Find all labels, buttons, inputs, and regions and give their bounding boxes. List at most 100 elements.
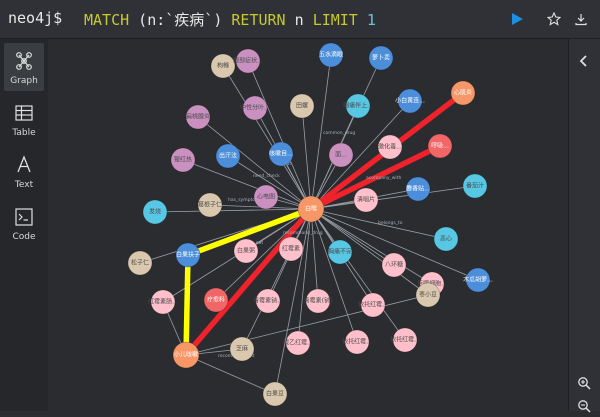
graph-node-n22[interactable]: 发烧 bbox=[142, 199, 168, 225]
graph-node-n27[interactable]: 红霉素 bbox=[278, 236, 304, 262]
graph-node-n29[interactable]: 八环糖 bbox=[381, 252, 407, 278]
graph-node-n41[interactable]: 小儿咳嗽 bbox=[172, 341, 200, 369]
favorite-button[interactable] bbox=[543, 8, 565, 30]
graph-node-n7[interactable]: 田螺 bbox=[289, 93, 315, 119]
zoom-in-button[interactable] bbox=[577, 375, 591, 394]
graph-node-label: 面... bbox=[335, 152, 347, 159]
graph-node-n43[interactable]: 白果豆 bbox=[262, 381, 288, 407]
graph-node-label: 恶心 bbox=[440, 236, 452, 243]
relationship-line[interactable] bbox=[297, 208, 312, 344]
graph-node-label: 红霉素 bbox=[282, 245, 300, 253]
relationship-line[interactable] bbox=[185, 354, 276, 395]
graph-node-n20[interactable]: 清咽片 bbox=[353, 187, 379, 213]
sidebar-item-label: Graph bbox=[10, 76, 38, 86]
sidebar-item-code[interactable]: Code bbox=[4, 199, 44, 247]
graph-node-n38[interactable]: 依托红霉... bbox=[390, 327, 420, 353]
query-variable: n bbox=[285, 11, 313, 29]
graph-node-n4[interactable]: 萝卜卖 bbox=[368, 45, 394, 71]
graph-node-label: 白喉 bbox=[305, 205, 317, 213]
graph-node-label: 白果粥 bbox=[237, 247, 255, 255]
graph-node-n2[interactable]: 眼部症状... bbox=[233, 48, 263, 74]
graph-visualization[interactable]: do_eathas_symptomrecommand_drugneed_chec… bbox=[48, 39, 568, 411]
zoom-out-button[interactable] bbox=[577, 398, 591, 417]
graph-node-n23[interactable]: 白果粥 bbox=[233, 238, 259, 264]
graph-node-n39[interactable]: 琥乙红霉... bbox=[283, 330, 313, 356]
graph-node-label: 萝卜卖 bbox=[372, 54, 390, 62]
graph-node-n26[interactable]: 白果扶子 bbox=[175, 242, 201, 268]
graph-node-n31[interactable]: 木瓜胡萝... bbox=[463, 267, 493, 293]
graph-node-label: 麝香贴... bbox=[406, 185, 430, 193]
graph-node-n16[interactable]: 面... bbox=[328, 142, 354, 168]
view-sidebar: Graph Table Text Code bbox=[0, 39, 48, 411]
graph-node-n24[interactable]: 恶心 bbox=[433, 226, 459, 252]
graph-node-label: 咽痛伴上... bbox=[343, 102, 373, 110]
graph-node-n18[interactable]: 番茄汁 bbox=[462, 173, 488, 199]
code-icon bbox=[15, 208, 33, 226]
graph-node-n14[interactable]: 猩红热 bbox=[170, 147, 196, 173]
graph-node-label: 依托红霉... bbox=[390, 336, 420, 344]
sidebar-item-label: Table bbox=[12, 128, 36, 138]
graph-node-label: 琥乙红霉... bbox=[283, 339, 313, 347]
graph-node-center[interactable]: 白喉 bbox=[297, 195, 325, 223]
download-button[interactable] bbox=[570, 8, 592, 30]
graph-node-label: 小儿咳嗽 bbox=[174, 351, 198, 359]
download-icon bbox=[575, 14, 587, 26]
query-keyword-return: RETURN bbox=[231, 11, 286, 29]
graph-node-n3[interactable]: 五水滴眼 bbox=[318, 42, 344, 68]
relationship-line[interactable] bbox=[154, 208, 312, 213]
graph-node-n35[interactable]: 青霉素钠... bbox=[253, 288, 283, 314]
rellabel-common-drug: common_drug bbox=[323, 130, 355, 136]
graph-node-n32[interactable]: 红霉素肠... bbox=[148, 289, 178, 315]
text-icon bbox=[17, 155, 31, 173]
graph-node-n37[interactable]: 青霉素(钠) bbox=[304, 288, 333, 314]
graph-node-n25[interactable]: 松子仁 bbox=[127, 250, 153, 276]
highlighted-relationship[interactable] bbox=[183, 252, 191, 358]
graph-node-n17[interactable]: 心电图 bbox=[253, 184, 279, 210]
graph-node-n36[interactable]: 依托红霉... bbox=[358, 292, 388, 318]
run-button[interactable] bbox=[506, 8, 528, 30]
graph-node-n9[interactable]: 小白黄连... bbox=[395, 88, 425, 114]
rellabel-need-check: need_check bbox=[253, 173, 280, 179]
graph-node-n5[interactable]: 心肌炎 bbox=[450, 80, 476, 106]
relationship-line[interactable] bbox=[310, 208, 319, 302]
graph-node-n34[interactable]: 疗愈料 bbox=[203, 287, 229, 313]
graph-node-n11[interactable]: 呼吸... bbox=[427, 133, 453, 159]
star-icon bbox=[547, 12, 561, 26]
graph-node-n40[interactable]: 依托红霉... bbox=[342, 329, 372, 355]
graph-node-label: 猩红热 bbox=[174, 156, 192, 164]
graph-node-n33[interactable]: 枣小豆 bbox=[415, 282, 441, 308]
graph-canvas[interactable]: do_eathas_symptomrecommand_drugneed_chec… bbox=[48, 39, 568, 411]
graph-node-n12[interactable]: 出汗法 bbox=[215, 143, 241, 169]
graph-node-n42[interactable]: 芝麻 bbox=[229, 336, 255, 362]
query-input[interactable]: MATCH (n:`疾病`) RETURN n LIMIT 1 bbox=[84, 9, 376, 30]
expand-drawer-button[interactable] bbox=[577, 53, 591, 72]
graph-node-label: 八环糖 bbox=[385, 261, 403, 269]
graph-node-n28[interactable]: 胸痛不完 bbox=[327, 239, 353, 265]
rellabel-belongs-to: belongs_to bbox=[378, 220, 403, 226]
graph-node-n15[interactable]: 激化毒... bbox=[377, 134, 403, 160]
relationship-line[interactable] bbox=[247, 60, 312, 210]
graph-node-label: 心电图 bbox=[257, 193, 275, 201]
graph-node-label: 激化毒... bbox=[378, 143, 402, 151]
graph-node-n6[interactable]: 中性分叶... bbox=[240, 95, 270, 121]
graph-node-n8[interactable]: 咽痛伴上... bbox=[343, 93, 373, 119]
graph-node-n10[interactable]: 扁桃腺炎 bbox=[185, 104, 211, 130]
graph-node-label: 白果豆 bbox=[266, 390, 284, 398]
graph-node-n13[interactable]: 咳嗽目... bbox=[268, 141, 294, 167]
graph-node-label: 疗愈料 bbox=[207, 296, 225, 304]
graph-node-n19[interactable]: 麝香贴... bbox=[405, 176, 431, 202]
rellabel-acompany-with: acompany_with bbox=[366, 175, 401, 181]
graph-node-n1[interactable]: 枸橼 bbox=[210, 53, 236, 79]
query-editor-bar: neo4j$ MATCH (n:`疾病`) RETURN n LIMIT 1 bbox=[0, 0, 600, 39]
graph-node-label: 枣小豆 bbox=[419, 291, 437, 299]
sidebar-item-graph[interactable]: Graph bbox=[4, 43, 44, 91]
graph-node-n21[interactable]: 葛根子仁 bbox=[197, 192, 223, 218]
graph-node-label: 咳嗽目... bbox=[269, 150, 293, 158]
relationship-line[interactable] bbox=[310, 208, 395, 266]
relationship-line[interactable] bbox=[301, 105, 312, 210]
graph-node-label: 心肌炎 bbox=[454, 90, 472, 97]
graph-node-label: 田螺 bbox=[296, 102, 308, 110]
sidebar-item-text[interactable]: Text bbox=[4, 147, 44, 195]
graph-node-label: 红霉素肠... bbox=[148, 298, 178, 306]
sidebar-item-table[interactable]: Table bbox=[4, 95, 44, 143]
